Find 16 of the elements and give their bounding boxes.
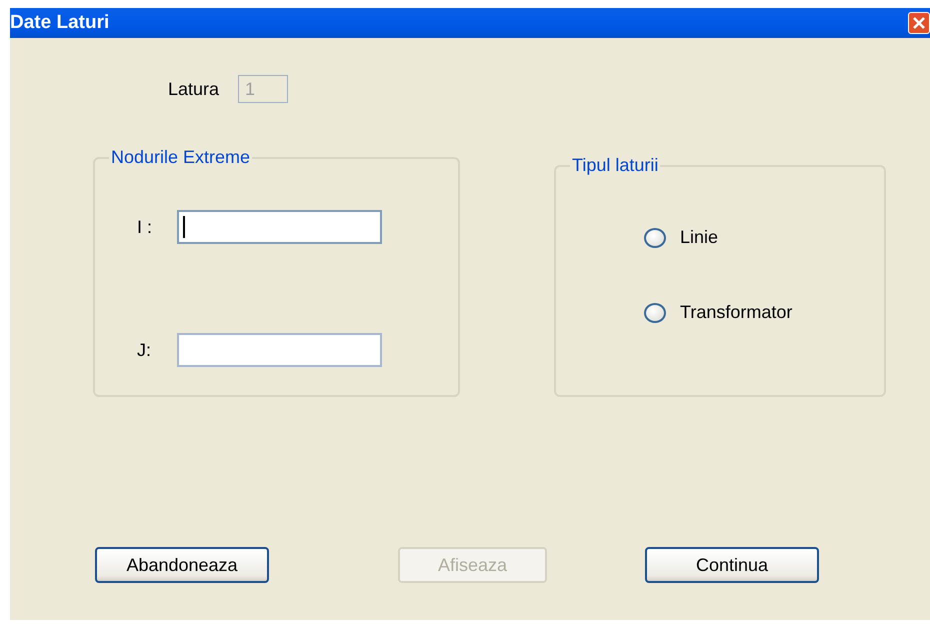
input-field[interactable] <box>177 333 382 367</box>
latura-label: Latura <box>168 78 220 100</box>
radio-button[interactable] <box>644 302 666 322</box>
radio-button[interactable] <box>644 228 666 248</box>
radio-label: Transformator <box>680 302 792 323</box>
group-title: Tipul laturii <box>571 155 660 176</box>
dialog-button[interactable]: Continua <box>645 547 819 583</box>
close-button[interactable] <box>908 12 930 34</box>
field-label: I : <box>137 216 154 238</box>
close-icon <box>912 16 926 30</box>
input-field[interactable] <box>177 210 382 244</box>
dialog-button[interactable]: Abandoneaza <box>95 547 269 583</box>
group-title: Nodurile Extreme <box>110 147 252 168</box>
window-title: Date Laturi <box>10 12 110 34</box>
radio-label: Linie <box>680 227 718 248</box>
field-label: J: <box>137 340 152 360</box>
